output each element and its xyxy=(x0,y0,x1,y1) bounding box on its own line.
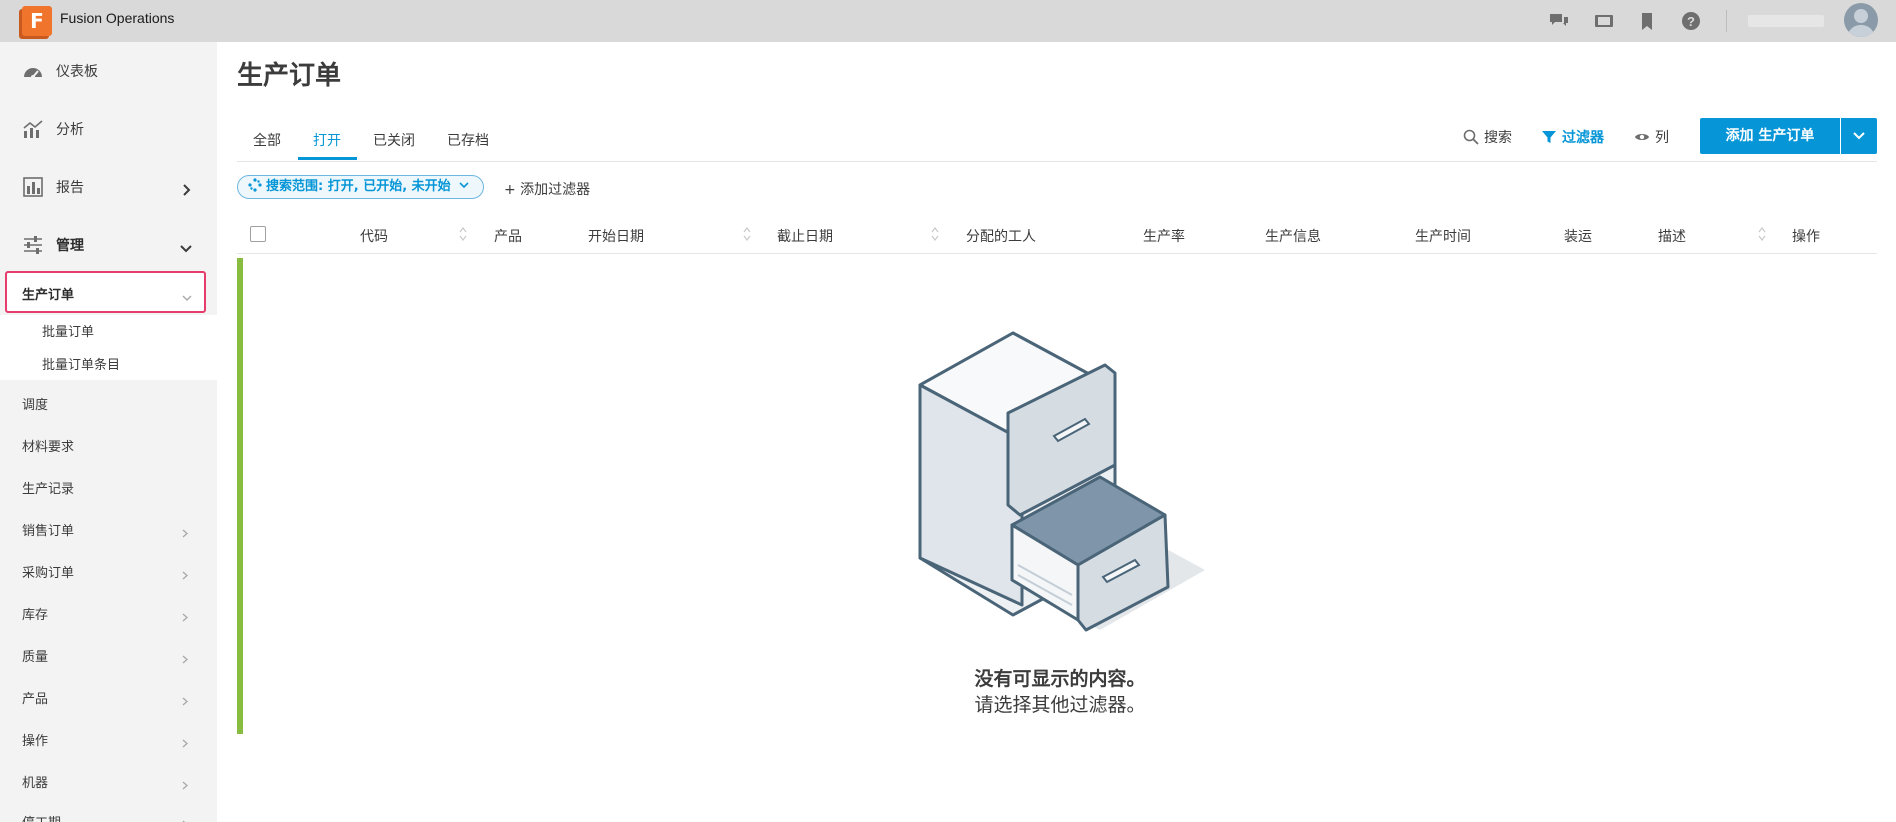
column-header-actions: 操作 xyxy=(1792,229,1820,245)
chevron-right-icon xyxy=(180,181,192,196)
sidebar-item-label: 管理 xyxy=(56,238,84,254)
gauge-icon xyxy=(22,61,44,81)
help-icon[interactable]: ? xyxy=(1681,11,1701,31)
sidebar-subitem-batch-order-items[interactable]: 批量订单条目 xyxy=(42,354,120,373)
sort-icon[interactable] xyxy=(459,226,467,242)
svg-text:?: ? xyxy=(1687,14,1695,29)
filter-scope-chip[interactable]: 搜索范围: 打开, 已开始, 未开始 xyxy=(237,175,484,199)
chevron-right-icon xyxy=(180,523,189,538)
add-filter-button[interactable]: + 添加过滤器 xyxy=(504,179,590,199)
column-header-assigned-workers[interactable]: 分配的工人 xyxy=(966,226,1036,246)
app-logo[interactable]: F xyxy=(22,6,52,36)
analytics-chart-icon xyxy=(22,119,44,139)
chevron-right-icon xyxy=(180,607,189,622)
filter-label: 过滤器 xyxy=(1562,130,1604,146)
chat-icon[interactable] xyxy=(1549,11,1569,31)
empty-state-title: 没有可显示的内容。 xyxy=(974,668,1146,690)
sidebar-item-scheduling[interactable]: 调度 xyxy=(22,394,48,413)
column-header-shipping[interactable]: 装运 xyxy=(1564,226,1592,246)
sidebar-subitem-batch-orders[interactable]: 批量订单 xyxy=(42,321,94,340)
sidebar-item-machines[interactable]: 机器 xyxy=(22,772,48,791)
page-title: 生产订单 xyxy=(237,61,342,91)
chevron-right-icon xyxy=(180,733,189,748)
filter-button[interactable]: 过滤器 xyxy=(1541,127,1604,147)
search-button[interactable]: 搜索 xyxy=(1463,127,1512,147)
divider xyxy=(237,161,1877,162)
app-title[interactable]: Fusion Operations xyxy=(60,10,174,26)
sidebar-item-analysis[interactable]: 分析 xyxy=(0,100,217,158)
sidebar-item-label: 分析 xyxy=(56,122,84,138)
sort-icon[interactable] xyxy=(1758,226,1766,242)
sidebar-item-reports[interactable]: 报告 xyxy=(0,158,217,216)
sidebar-item-production-orders[interactable]: 生产订单 xyxy=(5,271,206,313)
column-header-start-date[interactable]: 开始日期 xyxy=(588,226,644,246)
tab-open[interactable]: 打开 xyxy=(313,130,341,150)
sidebar-item-production-records[interactable]: 生产记录 xyxy=(22,478,74,497)
sidebar-item-products[interactable]: 产品 xyxy=(22,688,48,707)
sidebar-submenu: 批量订单 批量订单条目 xyxy=(0,315,217,380)
sidebar: 仪表板 分析 报告 管理 生产订单 批量订单 批量订单条目 调度 材料要求 生产… xyxy=(0,42,217,822)
sidebar-item-material-requirements[interactable]: 材料要求 xyxy=(22,436,74,455)
search-label: 搜索 xyxy=(1484,130,1512,146)
sidebar-item-purchase-orders[interactable]: 采购订单 xyxy=(22,562,74,581)
chevron-right-icon xyxy=(180,775,189,790)
search-icon xyxy=(1463,129,1479,145)
divider xyxy=(1726,10,1727,32)
sidebar-item-operations[interactable]: 操作 xyxy=(22,730,48,749)
sidebar-item-inventory[interactable]: 库存 xyxy=(22,604,48,623)
sidebar-item-label: 生产订单 xyxy=(22,288,75,303)
sliders-icon xyxy=(22,235,44,255)
chevron-down-icon xyxy=(182,288,192,301)
eye-icon xyxy=(1634,129,1650,145)
sidebar-item-management[interactable]: 管理 xyxy=(0,216,217,274)
empty-state-illustration xyxy=(918,331,1205,632)
chevron-down-icon xyxy=(1853,132,1865,140)
chevron-down-icon xyxy=(180,239,192,253)
tab-closed[interactable]: 已关闭 xyxy=(373,130,415,150)
chevron-right-icon xyxy=(180,649,189,664)
active-tab-indicator xyxy=(298,157,357,160)
column-header-code[interactable]: 代码 xyxy=(360,226,388,246)
chevron-right-icon xyxy=(180,691,189,706)
avatar[interactable] xyxy=(1844,3,1878,37)
add-production-order-button[interactable]: 添加 生产订单 xyxy=(1700,118,1840,154)
top-bar: F Fusion Operations ? xyxy=(0,0,1896,42)
add-dropdown-button[interactable] xyxy=(1841,118,1877,154)
user-name[interactable] xyxy=(1748,15,1824,27)
sidebar-item-dashboard[interactable]: 仪表板 xyxy=(0,42,217,100)
status-bar xyxy=(237,258,243,734)
columns-button[interactable]: 列 xyxy=(1634,127,1669,147)
columns-label: 列 xyxy=(1655,130,1669,146)
table-header: 代码 产品 开始日期 截止日期 分配的工人 生产率 生产信息 生产时间 装运 描… xyxy=(237,216,1877,254)
sidebar-item-sales-orders[interactable]: 销售订单 xyxy=(22,520,74,539)
tab-archived[interactable]: 已存档 xyxy=(447,130,489,150)
sort-icon[interactable] xyxy=(931,226,939,242)
tab-all[interactable]: 全部 xyxy=(253,130,281,150)
column-header-product[interactable]: 产品 xyxy=(494,226,522,246)
column-header-due-date[interactable]: 截止日期 xyxy=(777,226,833,246)
sidebar-item-label: 报告 xyxy=(56,180,84,196)
bookmark-icon[interactable] xyxy=(1637,11,1657,31)
filter-scope-label: 搜索范围: 打开, 已开始, 未开始 xyxy=(266,179,451,194)
select-all-checkbox[interactable] xyxy=(250,226,266,242)
report-icon xyxy=(22,177,44,197)
empty-state-subtitle: 请选择其他过滤器。 xyxy=(974,694,1146,716)
sort-icon[interactable] xyxy=(743,226,751,242)
loading-dots-icon xyxy=(248,178,262,192)
filter-icon xyxy=(1541,129,1557,145)
column-header-description[interactable]: 描述 xyxy=(1658,226,1686,246)
chevron-down-icon xyxy=(459,176,469,189)
column-header-production-info[interactable]: 生产信息 xyxy=(1265,226,1321,246)
sidebar-item-quality[interactable]: 质量 xyxy=(22,646,48,665)
column-header-production-time[interactable]: 生产时间 xyxy=(1415,226,1471,246)
chevron-right-icon xyxy=(180,814,189,822)
sidebar-item-downtime[interactable]: 停工期 xyxy=(22,812,61,822)
sidebar-item-label: 仪表板 xyxy=(56,64,98,80)
chevron-right-icon xyxy=(180,565,189,580)
column-header-production-rate[interactable]: 生产率 xyxy=(1143,226,1185,246)
video-icon[interactable] xyxy=(1594,11,1614,31)
